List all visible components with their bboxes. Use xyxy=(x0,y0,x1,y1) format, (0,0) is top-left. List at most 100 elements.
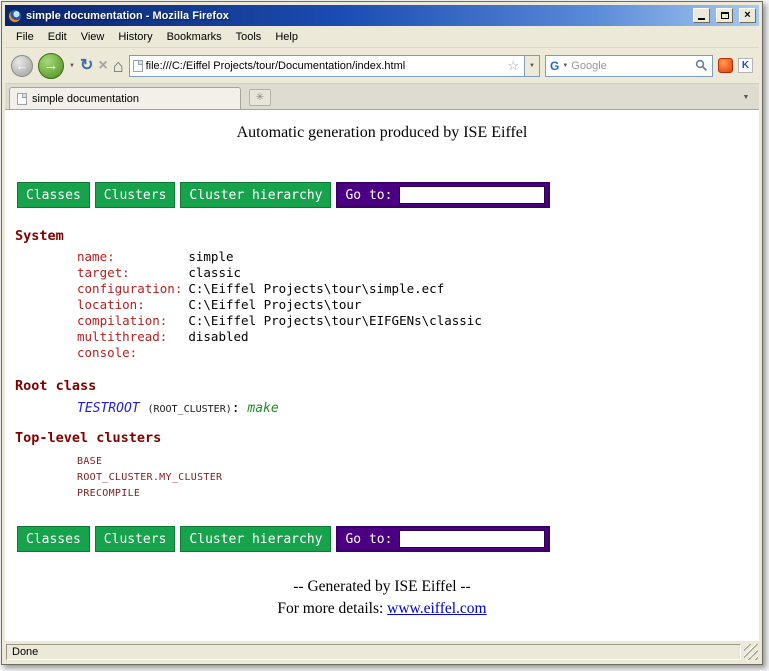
cluster-list: BASE ROOT_CLUSTER.MY_CLUSTER PRECOMPILE xyxy=(77,454,759,502)
close-button[interactable]: × xyxy=(739,8,756,23)
system-heading: System xyxy=(15,228,759,244)
url-input[interactable] xyxy=(146,57,503,75)
navigation-toolbar: ← → ▼ ↻ × ⌂ ☆ ▼ G ▼ K xyxy=(5,48,759,84)
details-line: For more details: www.eiffel.com xyxy=(5,600,759,618)
search-magnifier-icon[interactable] xyxy=(695,59,708,72)
cluster-hierarchy-button[interactable]: Cluster hierarchy xyxy=(180,526,331,552)
system-row-value: C:\Eiffel Projects\tour\simple.ecf xyxy=(188,282,482,298)
cluster-link-root-cluster[interactable]: ROOT_CLUSTER.MY_CLUSTER xyxy=(77,470,759,486)
url-dropdown-button[interactable]: ▼ xyxy=(524,56,539,76)
root-feature-link[interactable]: make xyxy=(247,401,278,416)
root-class-line: TESTROOT (ROOT_CLUSTER): make xyxy=(77,401,759,416)
table-row: name: simple xyxy=(77,250,482,266)
page-title: Automatic generation produced by ISE Eif… xyxy=(5,124,759,142)
tab-label: simple documentation xyxy=(32,93,139,105)
root-class-heading: Root class xyxy=(15,378,759,394)
forward-button[interactable]: → xyxy=(38,53,64,79)
system-row-label: compilation: xyxy=(77,314,188,330)
system-row-value: disabled xyxy=(188,330,482,346)
menu-history[interactable]: History xyxy=(111,28,159,46)
browser-window: simple documentation - Mozilla Firefox ×… xyxy=(1,1,763,665)
system-row-label: location: xyxy=(77,298,188,314)
list-all-tabs-icon: ▼ xyxy=(743,94,750,101)
system-row-value xyxy=(188,346,482,362)
minimize-icon xyxy=(698,18,705,20)
system-row-value: C:\Eiffel Projects\tour\EIFGENs\classic xyxy=(188,314,482,330)
new-tab-button[interactable]: ✳ xyxy=(249,89,271,106)
root-separator: : xyxy=(232,401,240,416)
system-row-label: configuration: xyxy=(77,282,188,298)
search-input[interactable] xyxy=(571,60,692,72)
cluster-hierarchy-button[interactable]: Cluster hierarchy xyxy=(180,182,331,208)
classes-button[interactable]: Classes xyxy=(17,526,90,552)
title-bar: simple documentation - Mozilla Firefox × xyxy=(5,5,759,26)
menu-view[interactable]: View xyxy=(74,28,112,46)
root-class-link[interactable]: TESTROOT xyxy=(77,401,140,416)
menu-tools[interactable]: Tools xyxy=(229,28,269,46)
menu-bar: File Edit View History Bookmarks Tools H… xyxy=(5,26,759,48)
system-row-label: multithread: xyxy=(77,330,188,346)
close-icon: × xyxy=(744,10,750,21)
url-dropdown-icon: ▼ xyxy=(529,63,535,69)
goto-input[interactable] xyxy=(399,186,545,204)
addon-icon-k[interactable]: K xyxy=(738,58,753,73)
goto-box: Go to: xyxy=(336,526,550,552)
tab-bar: simple documentation ✳ ▼ xyxy=(5,84,759,110)
goto-input[interactable] xyxy=(399,530,545,548)
forward-icon: → xyxy=(44,57,59,74)
goto-label: Go to: xyxy=(345,188,392,203)
menu-help[interactable]: Help xyxy=(268,28,305,46)
page-icon xyxy=(133,60,143,72)
addon-icon-1[interactable] xyxy=(718,58,733,73)
back-icon: ← xyxy=(16,58,29,73)
search-engine-dropdown-icon[interactable]: ▼ xyxy=(562,63,568,69)
system-row-label: console: xyxy=(77,346,188,362)
system-row-value: classic xyxy=(188,266,482,282)
status-text: Done xyxy=(6,644,741,660)
status-bar: Done xyxy=(5,641,759,661)
location-bar[interactable]: ☆ ▼ xyxy=(129,55,540,77)
doc-toolbar-bottom: Classes Clusters Cluster hierarchy Go to… xyxy=(17,526,759,552)
reload-button[interactable]: ↻ xyxy=(80,58,93,74)
list-all-tabs-button[interactable]: ▼ xyxy=(737,89,755,106)
firefox-logo-icon xyxy=(8,9,22,23)
table-row: multithread: disabled xyxy=(77,330,482,346)
system-row-value: simple xyxy=(188,250,482,266)
generated-by-line: -- Generated by ISE Eiffel -- xyxy=(5,578,759,596)
table-row: console: xyxy=(77,346,482,362)
clusters-button[interactable]: Clusters xyxy=(95,526,176,552)
eiffel-site-link[interactable]: www.eiffel.com xyxy=(387,600,486,617)
minimize-button[interactable] xyxy=(693,8,710,23)
details-prefix: For more details: xyxy=(277,600,387,617)
maximize-button[interactable] xyxy=(716,8,733,23)
menu-file[interactable]: File xyxy=(9,28,41,46)
window-title: simple documentation - Mozilla Firefox xyxy=(26,10,687,22)
classes-button[interactable]: Classes xyxy=(17,182,90,208)
table-row: configuration: C:\Eiffel Projects\tour\s… xyxy=(77,282,482,298)
system-row-label: target: xyxy=(77,266,188,282)
table-row: target: classic xyxy=(77,266,482,282)
resize-grip[interactable] xyxy=(744,644,758,660)
clusters-button[interactable]: Clusters xyxy=(95,182,176,208)
bookmark-star-icon[interactable]: ☆ xyxy=(505,58,521,74)
cluster-link-base[interactable]: BASE xyxy=(77,454,759,470)
cluster-link-precompile[interactable]: PRECOMPILE xyxy=(77,486,759,502)
menu-bookmarks[interactable]: Bookmarks xyxy=(160,28,229,46)
search-bar[interactable]: G ▼ xyxy=(545,55,713,77)
root-cluster-ref: (ROOT_CLUSTER) xyxy=(147,404,231,415)
tab-simple-documentation[interactable]: simple documentation xyxy=(9,87,241,109)
tab-page-icon xyxy=(17,93,27,105)
top-level-clusters-heading: Top-level clusters xyxy=(15,430,759,446)
home-button[interactable]: ⌂ xyxy=(113,57,124,75)
system-row-label: name: xyxy=(77,250,188,266)
doc-toolbar-top: Classes Clusters Cluster hierarchy Go to… xyxy=(17,182,759,208)
history-dropdown-icon[interactable]: ▼ xyxy=(69,63,75,69)
table-row: location: C:\Eiffel Projects\tour xyxy=(77,298,482,314)
maximize-icon xyxy=(721,12,729,19)
goto-label: Go to: xyxy=(345,532,392,547)
back-button[interactable]: ← xyxy=(11,55,33,77)
system-table: name: simple target: classic configurati… xyxy=(77,250,482,362)
google-logo-icon: G xyxy=(550,59,559,73)
stop-button[interactable]: × xyxy=(98,58,107,74)
menu-edit[interactable]: Edit xyxy=(41,28,74,46)
